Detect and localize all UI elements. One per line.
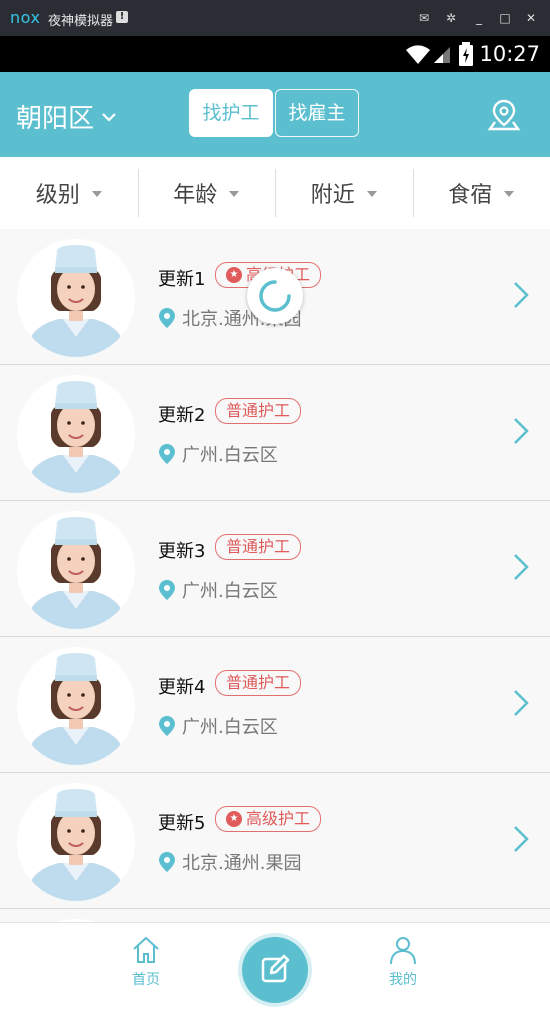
user-icon — [390, 937, 416, 965]
emulator-title: 夜神模拟器 — [48, 14, 114, 29]
list-item[interactable]: 更新2 普通护工 广州.白云区 — [0, 365, 550, 501]
tab-home-label: 首页 — [132, 972, 160, 988]
emulator-info-icon[interactable]: ! — [116, 11, 128, 23]
edit-icon — [261, 954, 290, 983]
level-badge-label: 高级护工 — [246, 809, 311, 828]
avatar — [17, 783, 135, 901]
pin-icon — [158, 443, 176, 465]
chevron-right-icon[interactable] — [513, 553, 529, 581]
maximize-icon[interactable]: □ — [496, 9, 514, 27]
signal-icon — [434, 47, 450, 63]
settings-icon[interactable]: ✲ — [442, 9, 460, 27]
location-text: 北京.通州.果园 — [182, 853, 302, 874]
location-text: 广州.白云区 — [182, 581, 278, 602]
pin-icon — [158, 307, 176, 329]
chevron-right-icon[interactable] — [513, 417, 529, 445]
level-badge: 普通护工 — [215, 670, 302, 696]
location-line: 广州.白云区 — [158, 441, 278, 467]
chevron-right-icon[interactable] — [513, 825, 529, 853]
dropdown-arrow-icon — [91, 191, 102, 197]
mail-icon[interactable]: ✉ — [415, 9, 433, 27]
pin-icon — [158, 715, 176, 737]
filter-label: 食宿 — [448, 183, 493, 208]
mode-switch: 找护工 找雇主 — [189, 89, 359, 137]
level-badge: 普通护工 — [215, 534, 302, 560]
avatar — [17, 239, 135, 357]
header: 朝阳区 找护工 找雇主 — [0, 72, 550, 157]
location-text: 广州.白云区 — [182, 717, 278, 738]
level-badge-label: 普通护工 — [226, 401, 291, 420]
avatar — [17, 511, 135, 629]
location-line: 广州.白云区 — [158, 577, 278, 603]
filter-label: 级别 — [35, 183, 80, 208]
level-badge-label: 普通护工 — [226, 537, 291, 556]
dropdown-arrow-icon — [366, 191, 377, 197]
star-icon: ★ — [226, 811, 242, 827]
bottom-tab-bar: 首页 我的 — [0, 922, 550, 1010]
chevron-right-icon[interactable] — [513, 281, 529, 309]
emulator-title-bar: nox 夜神模拟器 ! ✉ ✲ _ □ ✕ — [0, 0, 550, 36]
tab-home[interactable]: 首页 — [106, 935, 186, 989]
avatar — [17, 647, 135, 765]
filter-level[interactable]: 级别 — [0, 157, 138, 229]
status-bar: 10:27 — [0, 36, 550, 72]
caregiver-name: 更新3 — [158, 541, 206, 562]
battery-icon — [459, 42, 473, 66]
list-item[interactable]: 更新5 ★ 高级护工 北京.通州.果园 — [0, 773, 550, 909]
tab-find-employer[interactable]: 找雇主 — [275, 89, 359, 137]
caregiver-name: 更新1 — [158, 269, 206, 290]
app-screen: 朝阳区 找护工 找雇主 级别 年龄 附近 食宿 更新1 ★ 北京.通州.果园 更… — [0, 72, 550, 1010]
chevron-down-icon — [102, 112, 116, 122]
star-icon: ★ — [226, 267, 242, 283]
region-label: 朝阳区 — [16, 104, 95, 134]
pin-icon — [158, 851, 176, 873]
dropdown-arrow-icon — [504, 191, 515, 197]
tab-me[interactable]: 我的 — [363, 935, 443, 989]
caregiver-name: 更新2 — [158, 405, 206, 426]
filter-nearby[interactable]: 附近 — [275, 157, 413, 229]
location-text: 广州.白云区 — [182, 445, 278, 466]
filter-label: 年龄 — [173, 183, 218, 208]
tab-find-caregiver[interactable]: 找护工 — [189, 89, 273, 137]
filter-board[interactable]: 食宿 — [412, 157, 550, 229]
caregiver-name: 更新4 — [158, 677, 206, 698]
compose-button[interactable] — [242, 937, 308, 1003]
avatar — [17, 375, 135, 493]
minimize-icon[interactable]: _ — [470, 9, 488, 27]
list-item[interactable]: 更新4 普通护工 广州.白云区 — [0, 637, 550, 773]
dropdown-arrow-icon — [229, 191, 240, 197]
caregiver-name: 更新5 — [158, 813, 206, 834]
location-icon[interactable] — [487, 98, 521, 132]
clock: 10:27 — [479, 42, 540, 66]
location-line: 广州.白云区 — [158, 713, 278, 739]
pin-icon — [158, 579, 176, 601]
spinner-icon — [259, 280, 291, 312]
level-badge-label: 普通护工 — [226, 673, 291, 692]
caregiver-list: 更新1 ★ 高级护工 北京.通州.果园 更新2 普通护工 广州.白云区 — [0, 229, 550, 1010]
level-badge: 普通护工 — [215, 398, 302, 424]
filter-bar: 级别 年龄 附近 食宿 — [0, 157, 550, 230]
filter-label: 附近 — [310, 183, 355, 208]
wifi-icon — [406, 45, 430, 64]
list-item[interactable]: 更新3 普通护工 广州.白云区 — [0, 501, 550, 637]
chevron-right-icon[interactable] — [513, 689, 529, 717]
home-icon — [133, 936, 159, 963]
close-icon[interactable]: ✕ — [522, 9, 540, 27]
filter-age[interactable]: 年龄 — [137, 157, 276, 229]
emulator-logo: nox — [10, 8, 41, 27]
loading-spinner — [247, 268, 303, 324]
level-badge: ★ 高级护工 — [215, 806, 322, 832]
location-line: 北京.通州.果园 — [158, 849, 301, 875]
region-selector[interactable]: 朝阳区 — [16, 98, 118, 135]
tab-me-label: 我的 — [389, 972, 417, 988]
